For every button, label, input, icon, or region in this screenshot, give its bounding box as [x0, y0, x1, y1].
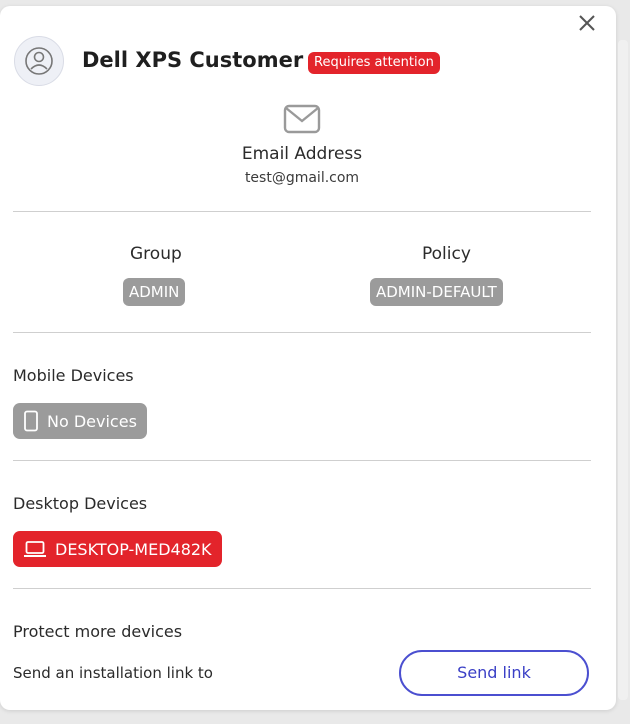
status-badge: Requires attention: [308, 52, 440, 74]
phone-icon: [23, 410, 39, 432]
user-icon: [14, 36, 64, 86]
send-link-description: Send an installation link to: [13, 664, 213, 682]
mobile-devices-label: Mobile Devices: [13, 366, 134, 385]
send-link-button[interactable]: Send link: [399, 650, 589, 696]
email-value: test@gmail.com: [244, 170, 360, 186]
group-label: Group: [130, 244, 182, 264]
user-details-panel: Dell XPS Customer Requires attention Ema…: [0, 6, 616, 710]
user-name: Dell XPS Customer: [82, 48, 304, 72]
divider: [13, 588, 591, 589]
policy-label: Policy: [422, 244, 471, 264]
divider: [13, 332, 591, 333]
group-chip: ADMIN: [123, 278, 186, 306]
desktop-devices-label: Desktop Devices: [13, 494, 148, 513]
policy-chip: ADMIN-DEFAULT: [370, 278, 503, 306]
desktop-device-chip[interactable]: DESKTOP-MED482K: [13, 531, 222, 567]
protect-devices-label: Protect more devices: [13, 622, 183, 641]
scrollbar[interactable]: [618, 40, 628, 700]
desktop-device-label: DESKTOP-MED482K: [55, 539, 212, 559]
close-icon[interactable]: [576, 12, 598, 34]
email-label: Email Address: [241, 144, 363, 164]
laptop-icon: [23, 540, 47, 558]
divider: [13, 460, 591, 461]
mobile-device-chip: No Devices: [13, 403, 147, 439]
mobile-device-label: No Devices: [47, 411, 137, 431]
mail-icon: [283, 104, 321, 138]
divider: [13, 211, 591, 212]
